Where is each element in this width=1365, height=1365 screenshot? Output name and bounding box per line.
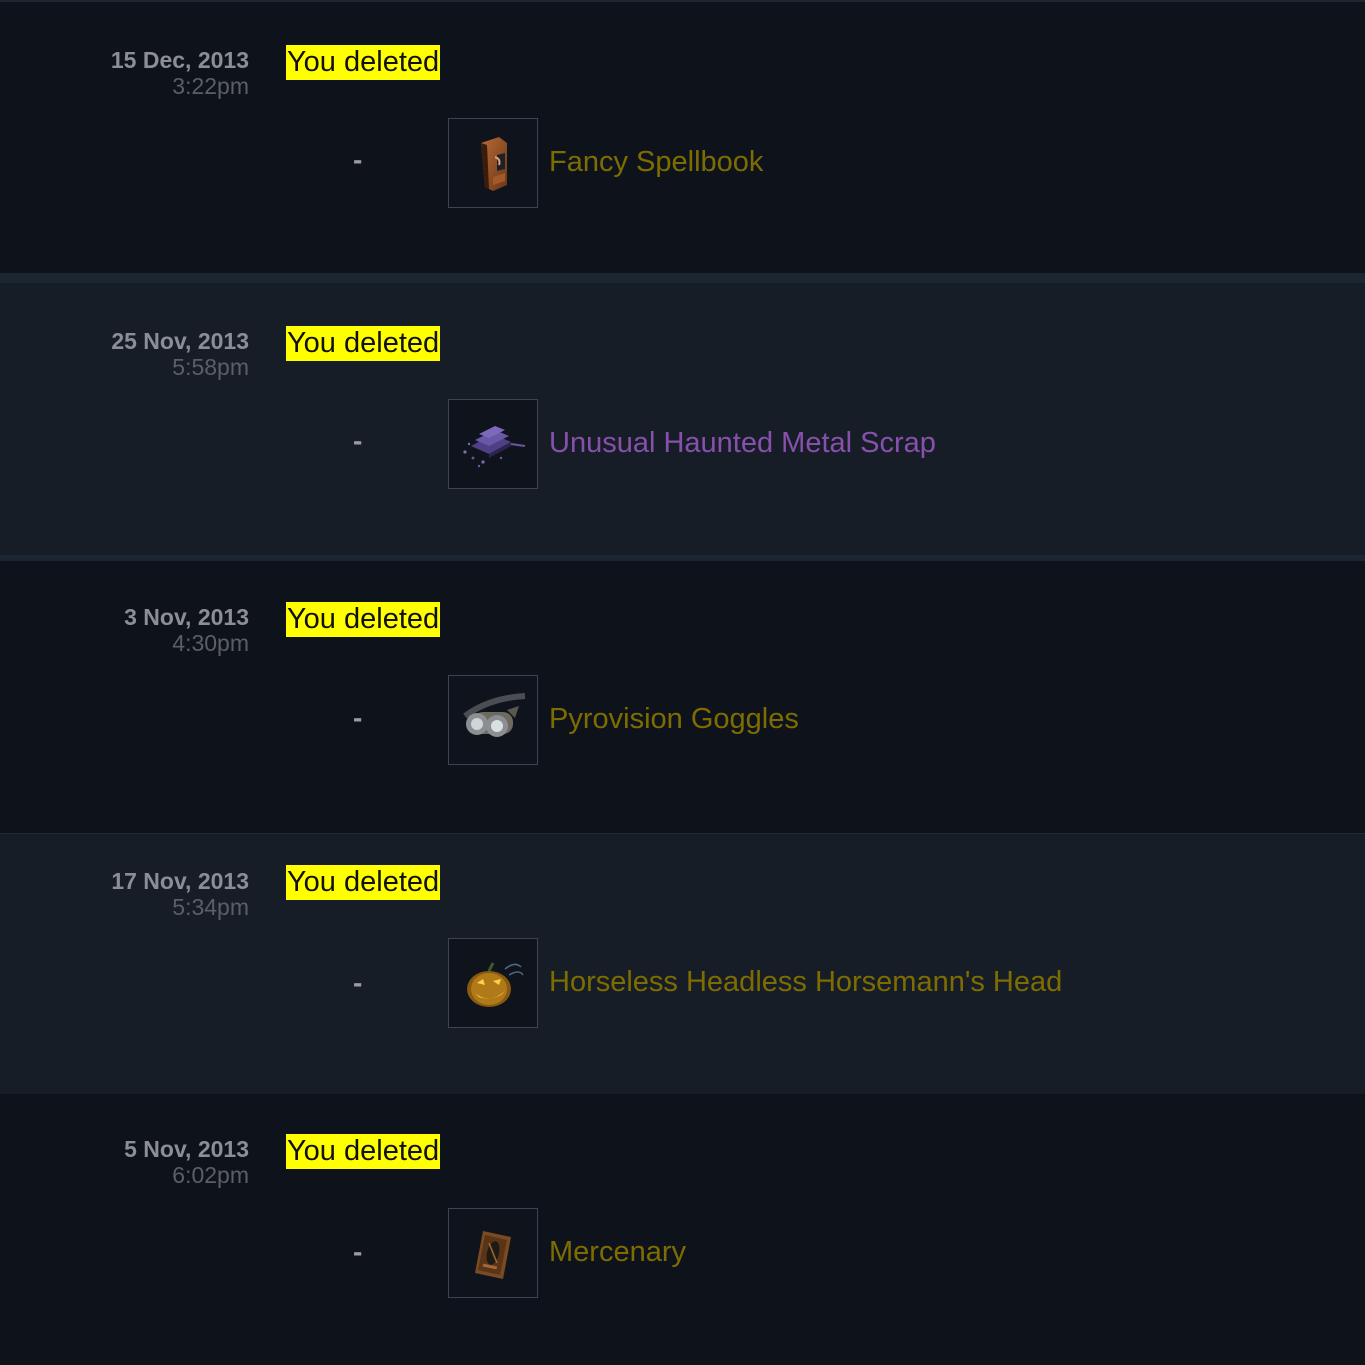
event-label: You deleted — [286, 1134, 441, 1169]
inventory-history-list: 15 Dec, 2013 3:22pm You deleted - Fancy … — [0, 0, 1365, 1365]
metal-scrap-icon — [463, 426, 526, 468]
row-divider — [0, 273, 1365, 283]
item-name-link[interactable]: Horseless Headless Horsemann's Head — [549, 961, 1062, 1003]
item-icon-frame[interactable] — [448, 675, 538, 765]
history-date: 3 Nov, 2013 4:30pm — [124, 604, 249, 656]
separator-dash: - — [353, 1236, 363, 1267]
history-row: 3 Nov, 2013 4:30pm You deleted - Pyrovis… — [0, 561, 1365, 833]
date-text: 17 Nov, 2013 — [111, 868, 249, 894]
separator-dash: - — [353, 425, 363, 456]
spellbook-icon — [481, 137, 507, 191]
history-row: 25 Nov, 2013 5:58pm You deleted - Unusua… — [0, 283, 1365, 555]
history-date: 17 Nov, 2013 5:34pm — [111, 868, 249, 920]
item-name-link[interactable]: Mercenary — [549, 1231, 686, 1273]
time-text: 3:22pm — [172, 73, 249, 99]
goggles-icon — [463, 693, 526, 737]
item-icon-frame[interactable] — [448, 1208, 538, 1298]
time-text: 5:58pm — [172, 354, 249, 380]
date-text: 3 Nov, 2013 — [124, 604, 249, 630]
item-icon-frame[interactable] — [448, 399, 538, 489]
item-icon-frame[interactable] — [448, 938, 538, 1028]
time-text: 6:02pm — [172, 1162, 249, 1188]
event-label: You deleted — [286, 45, 441, 80]
history-row: 15 Dec, 2013 3:22pm You deleted - Fancy … — [0, 2, 1365, 273]
history-date: 15 Dec, 2013 3:22pm — [111, 47, 249, 99]
time-text: 4:30pm — [172, 630, 249, 656]
item-name-link[interactable]: Fancy Spellbook — [549, 141, 763, 183]
date-text: 25 Nov, 2013 — [111, 328, 249, 354]
date-text: 5 Nov, 2013 — [124, 1136, 249, 1162]
item-name-link[interactable]: Pyrovision Goggles — [549, 698, 799, 740]
history-date: 5 Nov, 2013 6:02pm — [124, 1136, 249, 1188]
time-text: 5:34pm — [172, 894, 249, 920]
history-date: 25 Nov, 2013 5:58pm — [111, 328, 249, 380]
separator-dash: - — [353, 702, 363, 733]
item-icon-frame[interactable] — [448, 118, 538, 208]
history-row: 17 Nov, 2013 5:34pm You deleted - Horsel… — [0, 834, 1365, 1094]
event-label: You deleted — [286, 602, 441, 637]
item-name-link[interactable]: Unusual Haunted Metal Scrap — [549, 422, 936, 464]
pumpkin-head-icon — [467, 962, 524, 1007]
event-label: You deleted — [286, 326, 441, 361]
badge-icon — [475, 1231, 511, 1279]
date-text: 15 Dec, 2013 — [110, 47, 249, 73]
event-label: You deleted — [286, 865, 441, 900]
separator-dash: - — [353, 967, 363, 998]
history-row: 5 Nov, 2013 6:02pm You deleted - Mercena… — [0, 1094, 1365, 1365]
separator-dash: - — [353, 144, 363, 175]
